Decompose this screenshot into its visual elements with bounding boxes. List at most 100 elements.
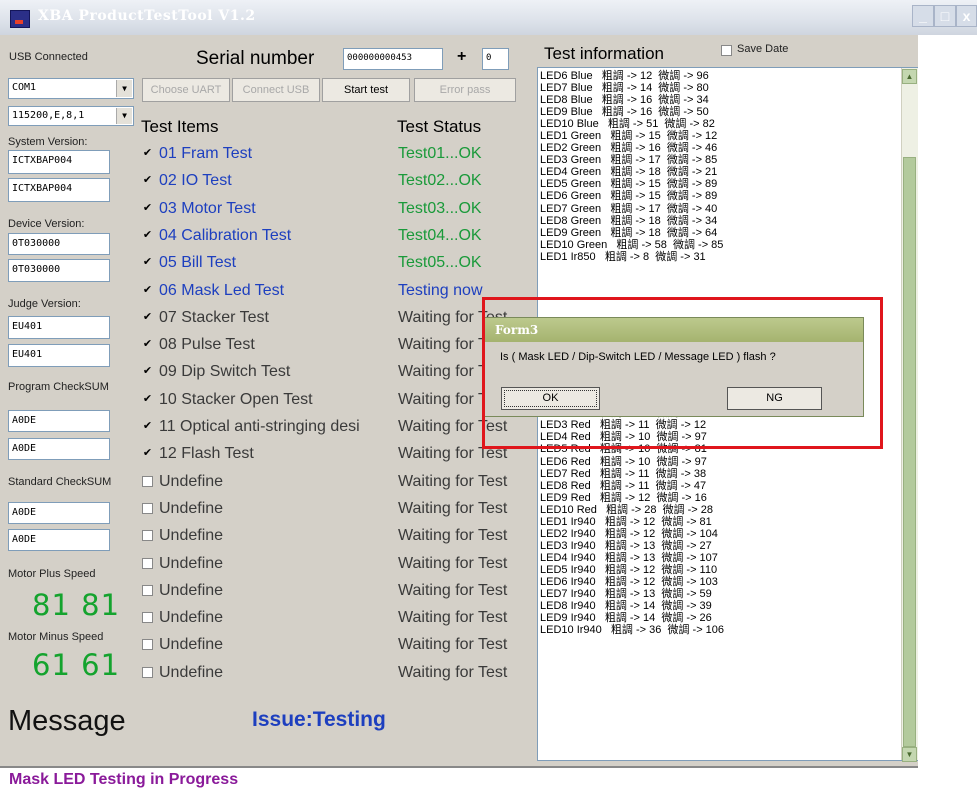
system-version-field[interactable]: ICTXBAP004 [8,178,110,202]
standard-checksum-field[interactable]: A0DE [8,529,110,551]
program-checksum-field[interactable]: A0DE [8,438,110,460]
chevron-down-icon[interactable]: ▼ [116,80,132,97]
scroll-up-icon[interactable]: ▲ [902,69,917,84]
log-line: LED4 Ir940 粗調 -> 13 微調 -> 107 [540,551,718,564]
test-checkbox[interactable]: ✔ [142,366,153,377]
test-status: Waiting for Test [398,609,508,626]
test-item-label: Undefine [159,500,224,517]
connect-usb-button[interactable]: Connect USB [232,78,320,102]
log-line: LED10 Red 粗調 -> 28 微調 -> 28 [540,503,714,516]
save-date-label: Save Date [737,43,789,55]
window-title: XBA ProductTestTool V1.2 [38,8,256,24]
test-item-label: 02 IO Test [159,172,232,189]
test-item-label: 07 Stacker Test [159,309,269,326]
baud-combo-value: 115200,E,8,1 [12,110,85,121]
test-status: Waiting for Test [398,527,508,544]
log-line: LED9 Red 粗調 -> 12 微調 -> 16 [540,491,707,504]
log-line: LED2 Green 粗調 -> 16 微調 -> 46 [540,142,718,155]
device-version-field[interactable]: 0T030000 [8,259,110,282]
serial-number-label: Serial number [196,48,315,69]
scroll-thumb[interactable] [903,157,916,747]
status-message: Mask LED Testing in Progress [9,771,239,788]
test-checkbox[interactable]: ✔ [142,421,153,432]
test-checkbox[interactable]: ✔ [142,203,153,214]
judge-version-label: Judge Version: [8,298,81,310]
message-label: Message [8,705,126,737]
test-checkbox[interactable]: ✔ [142,285,153,296]
device-version-field[interactable]: 0T030000 [8,233,110,255]
log-line: LED8 Blue 粗調 -> 16 微調 -> 34 [540,94,709,107]
log-line: LED3 Ir940 粗調 -> 13 微調 -> 27 [540,539,712,552]
log-line: LED8 Red 粗調 -> 11 微調 -> 47 [540,479,707,492]
app-window: XBA ProductTestTool V1.2 _ □ x USB Conne… [0,0,977,800]
minimize-button[interactable]: _ [912,5,934,27]
test-item-label: 01 Fram Test [159,145,253,162]
program-checksum-label: Program CheckSUM [8,381,109,393]
test-item-label: 10 Stacker Open Test [159,391,313,408]
test-item-label: Undefine [159,609,224,626]
baud-combo[interactable]: 115200,E,8,1 ▼ [8,106,134,126]
motor-plus-label: Motor Plus Speed [8,568,96,580]
log-line: LED8 Ir940 粗調 -> 14 微調 -> 39 [540,600,712,613]
serial-number-input[interactable]: 000000000453 [343,48,443,70]
test-item-label: Undefine [159,636,224,653]
test-status: Waiting for Test [398,555,508,572]
test-item-label: 11 Optical anti-stringing desi [159,418,360,435]
test-checkbox[interactable]: ✔ [142,148,153,159]
test-item-label: 03 Motor Test [159,200,256,217]
error-pass-button[interactable]: Error pass [414,78,516,102]
test-checkbox[interactable] [142,612,153,623]
test-checkbox[interactable] [142,530,153,541]
judge-version-field[interactable]: EU401 [8,316,110,339]
test-checkbox[interactable]: ✔ [142,312,153,323]
motor-minus-speed: 61 61 [32,648,121,682]
maximize-button[interactable]: □ [934,5,956,27]
app-icon [10,10,30,28]
chevron-down-icon[interactable]: ▼ [116,108,132,124]
port-combo[interactable]: COM1 ▼ [8,78,134,99]
test-checkbox[interactable] [142,585,153,596]
log-line: LED7 Red 粗調 -> 11 微調 -> 38 [540,467,707,480]
test-status: Waiting for Test [398,473,508,490]
program-checksum-field[interactable]: A0DE [8,410,110,432]
port-combo-value: COM1 [12,82,37,93]
motor-minus-label: Motor Minus Speed [8,631,104,643]
test-checkbox[interactable] [142,558,153,569]
test-checkbox[interactable]: ✔ [142,257,153,268]
scroll-down-icon[interactable]: ▼ [902,747,917,762]
test-checkbox[interactable]: ✔ [142,230,153,241]
serial-increment-input[interactable]: 0 [482,48,509,70]
test-checkbox[interactable] [142,503,153,514]
test-checkbox[interactable]: ✔ [142,339,153,350]
test-checkbox[interactable]: ✔ [142,394,153,405]
judge-version-field[interactable]: EU401 [8,344,110,367]
save-date-checkbox[interactable] [721,45,732,56]
standard-checksum-field[interactable]: A0DE [8,502,110,524]
test-item-label: Undefine [159,473,224,490]
log-line: LED9 Ir940 粗調 -> 14 微調 -> 26 [540,612,712,625]
test-checkbox[interactable]: ✔ [142,175,153,186]
test-checkbox[interactable] [142,667,153,678]
choose-uart-button[interactable]: Choose UART [142,78,230,102]
log-line: LED1 Ir850 粗調 -> 8 微調 -> 31 [540,250,706,263]
test-checkbox[interactable] [142,639,153,650]
test-status: Waiting for Test [398,582,508,599]
test-checkbox[interactable]: ✔ [142,448,153,459]
close-button[interactable]: x [956,5,977,27]
motor-plus-speed: 81 81 [32,588,121,622]
test-item-label: Undefine [159,664,224,681]
system-version-label: System Version: [8,136,88,148]
test-item-label: Undefine [159,527,224,544]
log-line: LED10 Green 粗調 -> 58 微調 -> 85 [540,238,724,251]
start-test-button[interactable]: Start test [322,78,410,102]
log-line: LED3 Green 粗調 -> 17 微調 -> 85 [540,154,718,167]
test-item-label: 06 Mask Led Test [159,282,285,299]
log-line: LED6 Blue 粗調 -> 12 微調 -> 96 [540,70,709,82]
test-status: Test04...OK [398,227,482,244]
system-version-field[interactable]: ICTXBAP004 [8,150,110,174]
test-status: Testing now [398,282,483,299]
test-checkbox[interactable] [142,476,153,487]
log-line: LED6 Red 粗調 -> 10 微調 -> 97 [540,455,707,468]
